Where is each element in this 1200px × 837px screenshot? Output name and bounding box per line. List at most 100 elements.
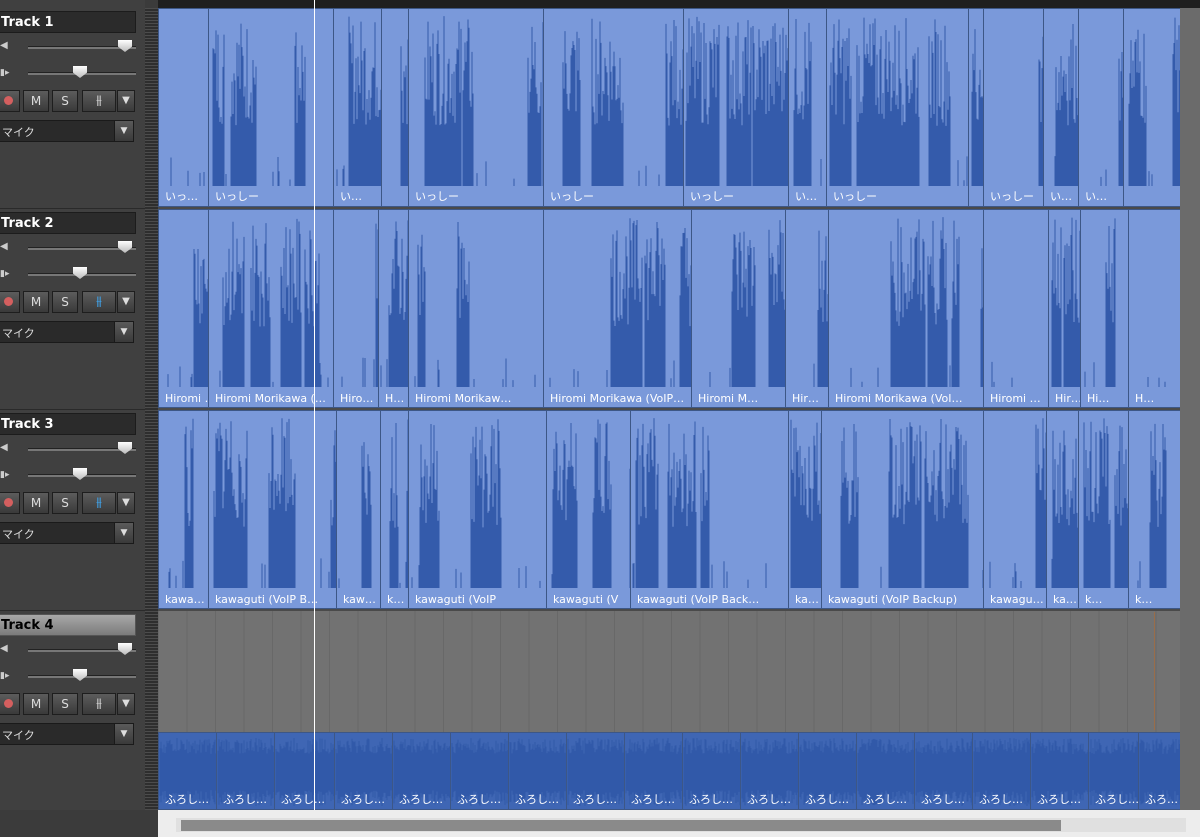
solo-button[interactable]: S xyxy=(52,693,78,715)
audio-clip[interactable] xyxy=(1123,8,1180,207)
audio-clip[interactable]: い… xyxy=(1078,8,1123,207)
audio-clip[interactable]: Hiromi Morikawa (VoIP… xyxy=(543,209,691,408)
audio-clip[interactable]: Hi… xyxy=(1080,209,1128,408)
audio-clip[interactable]: いっしー xyxy=(683,8,788,207)
solo-button[interactable]: S xyxy=(52,492,78,514)
audio-clip[interactable]: ふろし… xyxy=(1088,732,1138,810)
audio-clip[interactable]: ふろし… xyxy=(740,732,798,810)
audio-clip[interactable]: ka… xyxy=(1046,410,1078,609)
pan-slider-thumb[interactable] xyxy=(73,468,87,480)
solo-button[interactable]: S xyxy=(52,90,78,112)
audio-clip[interactable]: ふろし… xyxy=(624,732,682,810)
audio-clip[interactable]: ふろし… xyxy=(914,732,972,810)
track-menu-button[interactable]: ▼ xyxy=(117,693,135,715)
audio-clip[interactable]: Hiromi Morikawa (VoI… xyxy=(828,209,983,408)
vertical-scrollbar[interactable] xyxy=(1180,8,1200,810)
track-name[interactable]: Track 3 xyxy=(0,413,136,435)
audio-clip[interactable]: いっしー xyxy=(408,8,543,207)
audio-clip[interactable]: ふろし… xyxy=(682,732,740,810)
audio-clip[interactable]: Hiromi … xyxy=(983,209,1048,408)
audio-clip[interactable]: Hir… xyxy=(785,209,828,408)
audio-clip[interactable]: ふろ… xyxy=(1138,732,1180,810)
track-menu-button[interactable]: ▼ xyxy=(117,291,135,313)
audio-clip[interactable]: い… xyxy=(333,8,381,207)
audio-clip[interactable]: kaw… xyxy=(336,410,380,609)
track-menu-button[interactable]: ▼ xyxy=(117,90,135,112)
horizontal-scrollbar-thumb[interactable] xyxy=(181,820,1061,831)
solo-button[interactable]: S xyxy=(52,291,78,313)
track-lane[interactable]: kawa… kawaguti (VoIP B… kaw… k… kawaguti (Vo… xyxy=(158,410,1180,610)
pan-slider-thumb[interactable] xyxy=(73,267,87,279)
audio-clip[interactable]: Hir… xyxy=(1048,209,1080,408)
audio-clip[interactable]: ふろし… xyxy=(1030,732,1088,810)
track-name[interactable]: Track 4 xyxy=(0,614,136,636)
audio-clip[interactable]: ふろし… xyxy=(798,732,856,810)
record-arm-button[interactable] xyxy=(0,90,20,112)
mute-button[interactable]: M xyxy=(23,693,49,715)
audio-clip[interactable]: い… xyxy=(788,8,826,207)
audio-clip[interactable]: い… xyxy=(1043,8,1078,207)
track-name[interactable]: Track 1 xyxy=(0,11,136,33)
mute-button[interactable]: M xyxy=(23,291,49,313)
audio-clip[interactable]: ふろし… xyxy=(158,732,216,810)
pan-slider-thumb[interactable] xyxy=(73,669,87,681)
audio-clip[interactable]: kawa… xyxy=(158,410,208,609)
mute-button[interactable]: M xyxy=(23,90,49,112)
audio-clip[interactable] xyxy=(381,8,408,207)
volume-slider-thumb[interactable] xyxy=(118,241,132,253)
audio-clip[interactable]: kawaguti (V xyxy=(546,410,630,609)
chevron-down-icon[interactable]: ▼ xyxy=(114,322,133,342)
track-lane[interactable]: Hiromi … Hiromi Morikawa (… Hiro… H… Hiromi … xyxy=(158,209,1180,409)
audio-clip[interactable]: Hiromi … xyxy=(158,209,208,408)
audio-clip[interactable]: いっしー xyxy=(826,8,968,207)
fx-mixer-button[interactable]: ⫵ xyxy=(82,492,116,514)
audio-clip[interactable]: Hiromi M… xyxy=(691,209,785,408)
audio-clip[interactable]: kawagu… xyxy=(983,410,1046,609)
volume-slider-thumb[interactable] xyxy=(118,643,132,655)
audio-clip[interactable]: k… xyxy=(380,410,408,609)
audio-clip[interactable]: ふろし… xyxy=(216,732,274,810)
audio-clip[interactable]: ふろし… xyxy=(856,732,914,810)
audio-clip[interactable]: ふろし… xyxy=(566,732,624,810)
audio-clip[interactable]: ふろし… xyxy=(450,732,508,810)
record-arm-button[interactable] xyxy=(0,492,20,514)
audio-clip[interactable]: Hiro… xyxy=(333,209,378,408)
input-select[interactable]: マイク ▼ xyxy=(0,120,134,142)
record-arm-button[interactable] xyxy=(0,291,20,313)
audio-clip[interactable]: ふろし… xyxy=(508,732,566,810)
audio-clip[interactable] xyxy=(968,8,983,207)
audio-clip[interactable]: ka… xyxy=(788,410,821,609)
audio-clip[interactable]: H… xyxy=(378,209,408,408)
audio-clip[interactable]: ふろし… xyxy=(392,732,450,810)
fx-mixer-button[interactable]: ⫵ xyxy=(82,693,116,715)
audio-clip[interactable]: Hiromi Morikaw… xyxy=(408,209,543,408)
playhead[interactable] xyxy=(314,0,315,810)
track-lane[interactable]: いっ… いっしー い… いっしー いっしー いっしー い… いっしー いっしー い… い… xyxy=(158,8,1180,208)
fx-mixer-button[interactable]: ⫵ xyxy=(82,291,116,313)
audio-clip[interactable]: kawaguti (VoIP B… xyxy=(208,410,336,609)
audio-clip[interactable]: いっしー xyxy=(543,8,683,207)
input-select[interactable]: マイク ▼ xyxy=(0,723,134,745)
input-select[interactable]: マイク ▼ xyxy=(0,522,134,544)
chevron-down-icon[interactable]: ▼ xyxy=(114,724,133,744)
audio-clip[interactable]: ふろし… xyxy=(274,732,334,810)
audio-clip[interactable]: ふろし… xyxy=(972,732,1030,810)
audio-clip[interactable]: k… xyxy=(1128,410,1180,609)
audio-clip[interactable]: k… xyxy=(1078,410,1128,609)
record-arm-button[interactable] xyxy=(0,693,20,715)
audio-clip[interactable]: ふろし… xyxy=(334,732,392,810)
volume-slider-thumb[interactable] xyxy=(118,40,132,52)
chevron-down-icon[interactable]: ▼ xyxy=(114,523,133,543)
audio-clip[interactable]: いっしー xyxy=(983,8,1043,207)
audio-clip[interactable]: kawaguti (VoIP Back… xyxy=(630,410,788,609)
track-menu-button[interactable]: ▼ xyxy=(117,492,135,514)
audio-clip[interactable]: kawaguti (VoIP Backup) xyxy=(821,410,983,609)
audio-clip[interactable]: いっ… xyxy=(158,8,208,207)
input-select[interactable]: マイク ▼ xyxy=(0,321,134,343)
pan-slider-thumb[interactable] xyxy=(73,66,87,78)
track-name[interactable]: Track 2 xyxy=(0,212,136,234)
audio-clip[interactable]: kawaguti (VoIP xyxy=(408,410,546,609)
mute-button[interactable]: M xyxy=(23,492,49,514)
track-lane[interactable]: ふろし… ふろし… ふろし… ふろし… ふろし… ふろし… ふろし… ふろし… ふろし… ふろし…… xyxy=(158,611,1180,811)
chevron-down-icon[interactable]: ▼ xyxy=(114,121,133,141)
